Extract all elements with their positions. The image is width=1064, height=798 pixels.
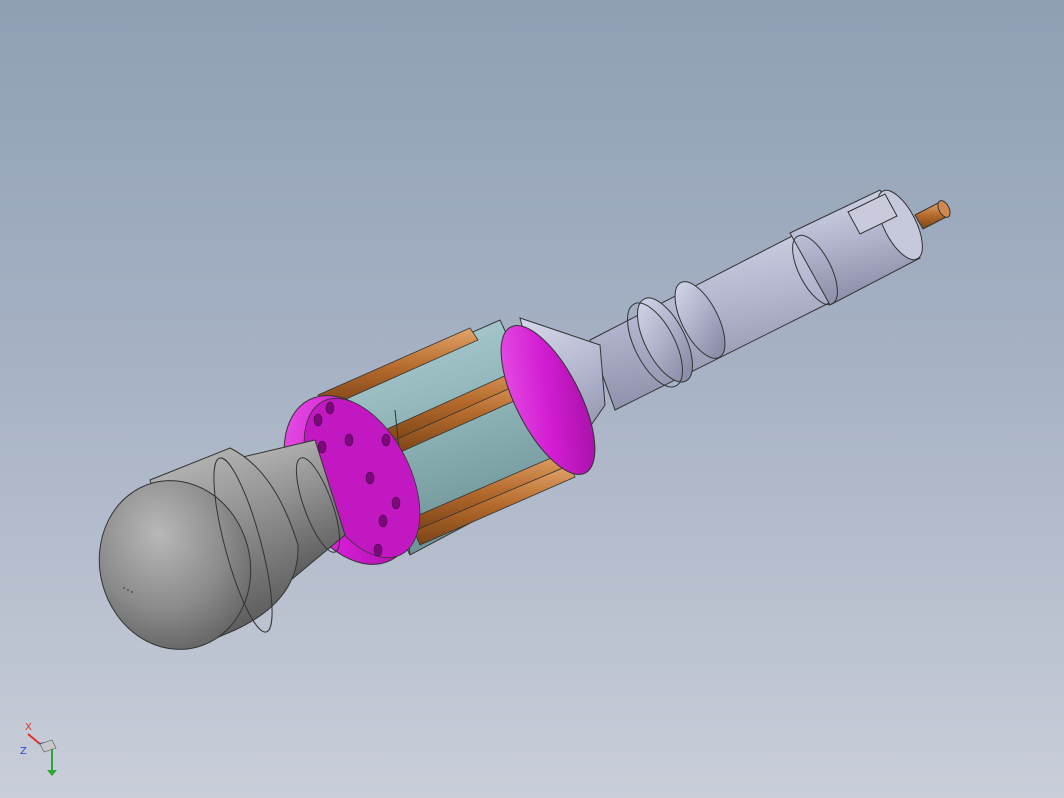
- cad-3d-viewport[interactable]: X Z: [0, 0, 1064, 798]
- orientation-triad[interactable]: X Z: [14, 718, 64, 782]
- x-axis-label: X: [25, 722, 32, 733]
- triad-cube-icon: [39, 739, 57, 753]
- shaft[interactable]: [589, 184, 953, 411]
- dome-head: [98, 447, 299, 650]
- rotor-assembly-model[interactable]: [0, 0, 1064, 798]
- x-axis-icon: [27, 733, 41, 745]
- z-axis-label: Z: [20, 746, 27, 757]
